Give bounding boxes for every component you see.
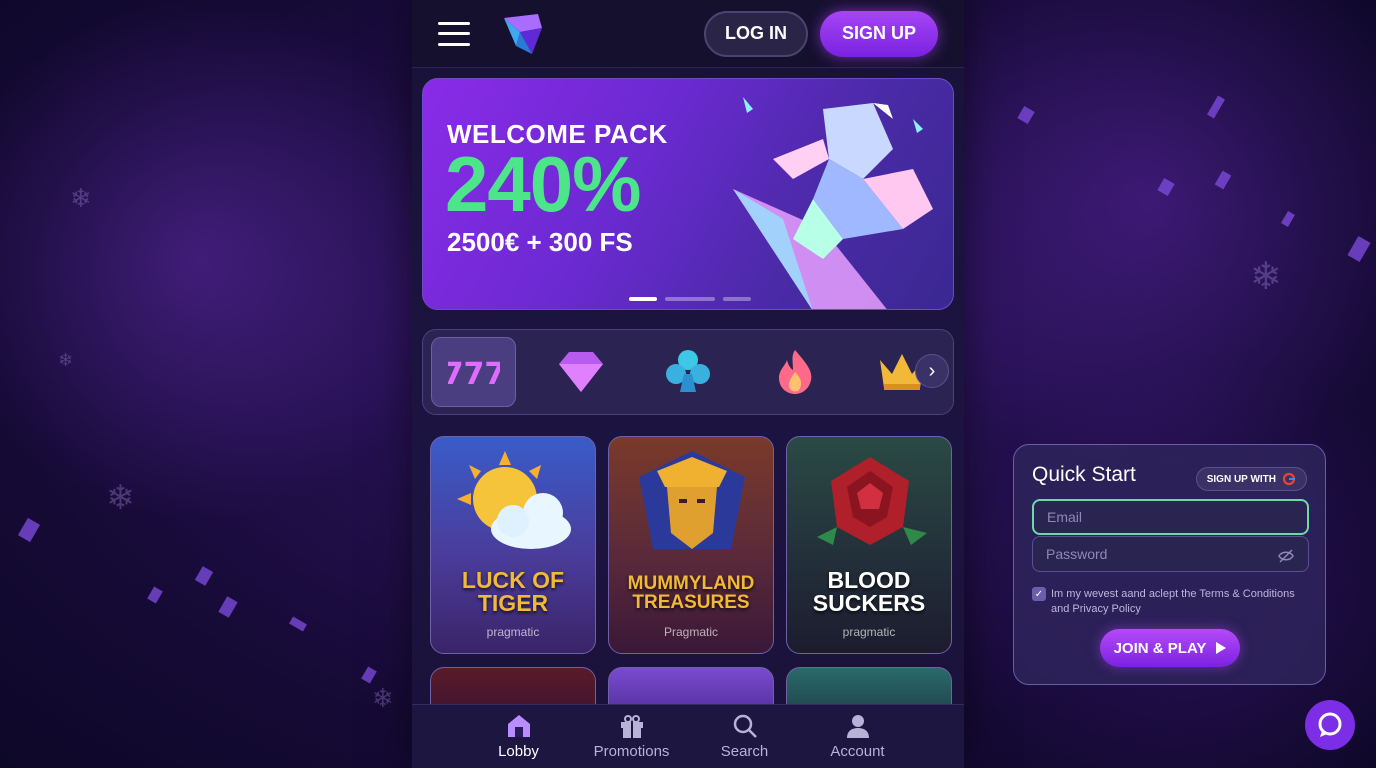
pharaoh-art [639,451,745,549]
password-field[interactable] [1032,536,1309,572]
nav-label: Lobby [498,743,539,760]
slots-777-icon: 777 [448,357,500,392]
welcome-banner[interactable]: WELCOME PACK 240% 2500€ + 300 FS [422,78,954,310]
provider-label: pragmatic [486,625,540,639]
chevron-right-icon[interactable]: › [915,354,949,388]
nav-account[interactable]: Account [801,705,914,768]
category-table-games[interactable] [645,337,730,407]
top-header: LOG IN SIGN UP [412,0,964,68]
nav-label: Search [720,743,769,760]
game-title: SUCKERS [812,590,926,616]
shard-decoration [361,666,377,684]
category-hot[interactable] [753,337,838,407]
shard-decoration [1347,235,1371,263]
shard-decoration [1017,105,1035,125]
shard-decoration [1281,210,1295,228]
snowflake-icon: ❄ [106,478,135,518]
shard-decoration [218,596,238,618]
shard-decoration [289,616,307,632]
shard-decoration [194,566,214,586]
shard-decoration [1207,95,1225,119]
login-button[interactable]: LOG IN [704,10,808,57]
flame-icon [779,350,812,394]
join-play-button[interactable]: JOIN & PLAY [1100,629,1240,667]
game-card[interactable]: BLOOD SUCKERS pragmatic [786,436,952,654]
casino-app: LOG IN SIGN UP WELCOME PACK 240% 2500€ +… [412,0,964,768]
game-title: BLOOD [827,567,911,593]
chat-icon [1318,712,1342,737]
shard-decoration [1214,170,1232,190]
game-card[interactable]: LUCK OF TIGER pragmatic [430,436,596,654]
category-jackpots[interactable] [538,337,623,407]
chat-button[interactable] [1305,700,1355,750]
game-title: TIGER [477,590,549,616]
svg-text:777: 777 [448,357,500,392]
nav-search[interactable]: Search [688,705,801,768]
banner-subtitle: 2500€ + 300 FS [447,227,633,257]
snowflake-icon: ❄ [1250,254,1282,298]
snowflake-icon: ❄ [372,684,394,714]
signup-button[interactable]: SIGN UP [820,10,938,57]
menu-icon[interactable] [438,21,470,46]
nav-label: Account [830,743,885,760]
provider-label: pragmatic [842,625,896,639]
nav-lobby[interactable]: Lobby [462,705,575,768]
eye-off-icon[interactable] [1277,547,1295,565]
surfing-yeti-illustration [733,97,933,309]
rose-art [817,457,927,545]
category-slots[interactable]: 777 [431,337,517,407]
shard-decoration [1157,177,1175,197]
user-icon [846,715,869,738]
shard-decoration [17,517,41,543]
game-card[interactable]: MUMMYLAND TREASURES Pragmatic [608,436,774,654]
join-play-label: JOIN & PLAY [1113,639,1207,657]
google-signup-label: SIGN UP WITH [1206,473,1276,485]
gift-icon [620,715,643,738]
quick-start-panel: Quick Start SIGN UP WITH ✓ Im my wevest … [1013,444,1326,685]
terms-text: Im my wevest aand aclept the Terms & Con… [1051,588,1295,615]
provider-label: Pragmatic [663,625,719,639]
carousel-dots[interactable] [629,297,751,301]
brand-logo[interactable] [498,10,546,58]
google-signup-button[interactable]: SIGN UP WITH [1195,467,1307,491]
club-icon [666,350,711,392]
play-icon [1216,642,1227,654]
sun-cloud-art [457,451,571,549]
home-icon [507,715,530,737]
terms-checkbox[interactable]: ✓ [1032,587,1046,601]
nav-label: Promotions [593,743,670,760]
bottom-nav: Lobby Promotions Search Account [412,704,964,768]
banner-percent: 240% [445,140,641,228]
game-title: TREASURES [632,592,750,613]
game-title: MUMMYLAND [627,573,755,594]
google-icon [1282,472,1296,486]
nav-promotions[interactable]: Promotions [575,705,688,768]
game-title: LUCK OF [461,567,565,593]
search-icon [733,714,757,738]
snowflake-icon: ❄ [58,350,74,371]
diamond-icon [558,352,603,392]
snowflake-icon: ❄ [70,184,92,214]
shard-decoration [147,586,163,604]
category-bar: 777 › [422,329,954,415]
email-field[interactable] [1032,499,1309,535]
